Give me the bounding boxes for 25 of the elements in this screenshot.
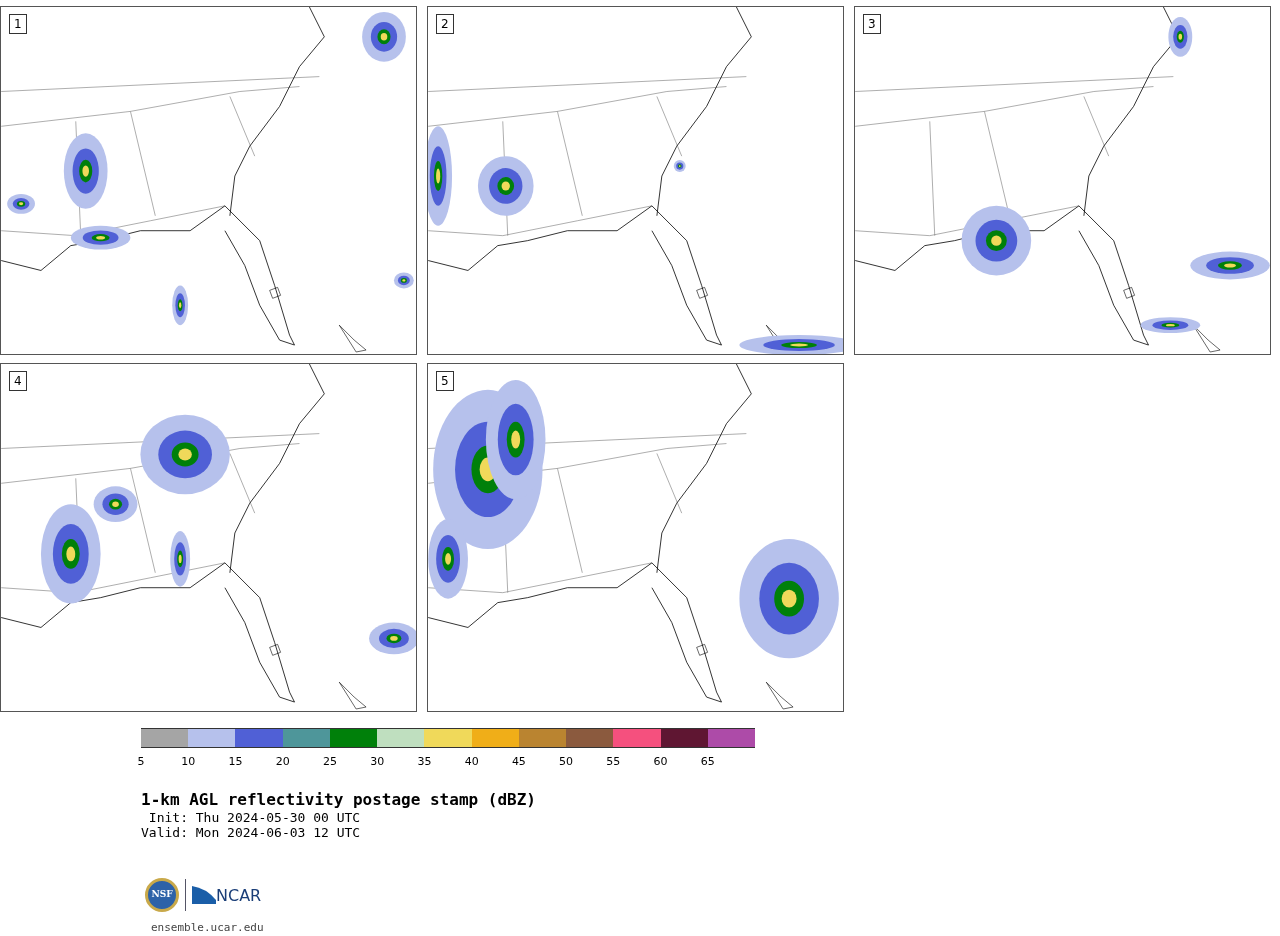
panel-number: 2 [436,14,454,34]
colorbar-tick-label: 60 [653,754,668,770]
chart-title: 1-km AGL reflectivity postage stamp (dBZ) [141,790,537,810]
panel-number: 5 [436,371,454,391]
init-time: Init: Thu 2024-05-30 00 UTC [147,810,362,825]
colorbar-tick-label: 10 [181,754,196,770]
colorbar-tick-label: 20 [275,754,290,770]
nsf-logo: NSF [145,878,179,912]
panel-number: 4 [9,371,27,391]
colorbar-tick-label: 45 [511,754,526,770]
colorbar-tick-label: 25 [322,754,337,770]
colorbar-tick-label: 35 [417,754,432,770]
colorbar-tick-label: 50 [559,754,574,770]
colorbar-tick-label: 65 [700,754,715,770]
panel-number: 3 [863,14,881,34]
colorbar-tick-label: 55 [606,754,621,770]
ncar-swoosh-icon [192,886,216,904]
colorbar-tick-label: 40 [464,754,479,770]
colorbar-tick-label: 15 [228,754,243,770]
valid-time: Valid: Mon 2024-06-03 12 UTC [141,825,362,840]
panel-number: 1 [9,14,27,34]
colorbar-tick-label: 30 [370,754,385,770]
website-url: ensemble.ucar.edu [151,921,264,934]
colorbar-tick-label: 5 [137,754,145,770]
ncar-logo: NCAR [192,886,262,904]
